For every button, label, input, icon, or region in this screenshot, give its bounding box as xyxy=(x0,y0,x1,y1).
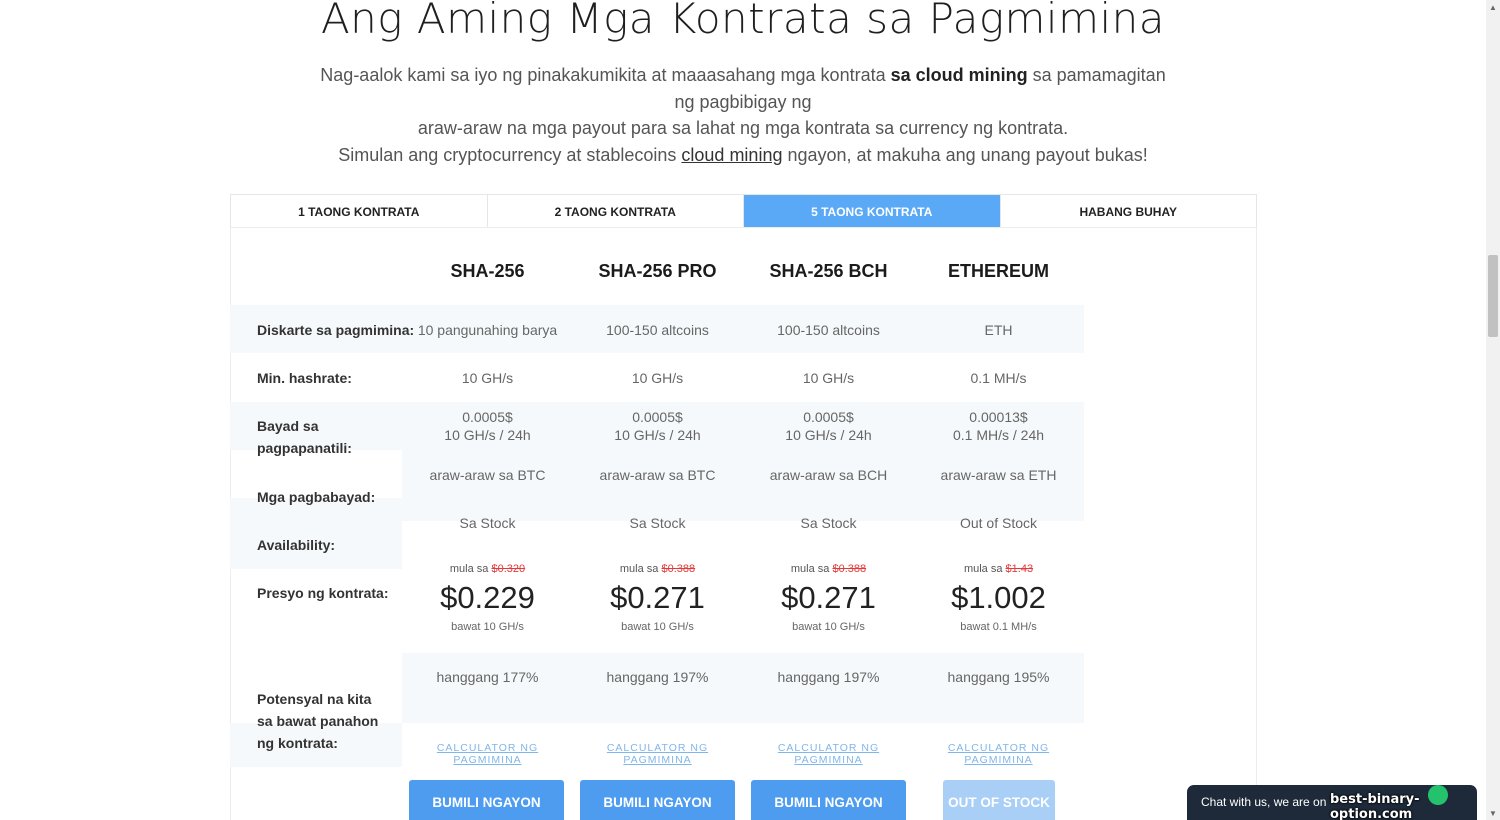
plan-price: $1.002 xyxy=(951,580,1046,615)
watermark: best-binary-option.com xyxy=(1330,792,1420,820)
label-availability: Availability: xyxy=(257,537,336,553)
plan-payout: araw-araw sa BTC xyxy=(599,467,716,483)
plan-strategy: ETH xyxy=(984,322,1013,338)
old-price: $1.43 xyxy=(1005,563,1034,575)
plan-per-unit: bawat 10 GH/s xyxy=(792,621,865,633)
plan-price: $0.229 xyxy=(440,580,535,615)
price-from-label: mula sa xyxy=(790,563,830,575)
page-title: Ang Aming Mga Kontrata sa Pagmimina xyxy=(320,0,1166,43)
price-from: mula sa $0.388 xyxy=(572,563,743,575)
intro-line-3-end: ngayon, at makuha ang unang payout bukas… xyxy=(782,144,1148,165)
intro-line-2: araw-araw na mga payout para sa lahat ng… xyxy=(417,118,1069,138)
scroll-up-icon[interactable]: ▲ xyxy=(1486,0,1500,14)
plan-availability: Sa Stock xyxy=(800,515,857,531)
plan-fee-unit: 10 GH/s / 24h xyxy=(614,427,701,443)
intro-text: Nag-aalok kami sa iyo ng pinakakumikita … xyxy=(310,62,1176,168)
plan-strategy: 10 pangunahing barya xyxy=(417,322,558,338)
plan-per-unit: bawat 0.1 MH/s xyxy=(960,621,1037,633)
page-scrollbar[interactable]: ▲ ▼ xyxy=(1486,0,1500,820)
plan-fee-amount: 0.0005$ xyxy=(803,409,854,425)
scroll-thumb[interactable] xyxy=(1488,255,1498,337)
tab-lifetime[interactable]: HABANG BUHAY xyxy=(1000,195,1256,228)
out-of-stock-button[interactable]: OUT OF STOCK xyxy=(943,780,1055,820)
plan-name: SHA-256 BCH xyxy=(769,261,888,281)
plan-profit: hanggang 195% xyxy=(947,669,1050,685)
row-band xyxy=(402,653,1084,723)
plan-profit: hanggang 177% xyxy=(436,669,539,685)
plan-per-unit: bawat 10 GH/s xyxy=(451,621,524,633)
plan-hashrate: 0.1 MH/s xyxy=(970,370,1027,386)
calculator-link[interactable]: CALCULATOR NG PAGMIMINA xyxy=(743,742,914,766)
label-profit: Potensyal na kita sa bawat panahon ng ko… xyxy=(257,691,379,751)
plan-availability: Sa Stock xyxy=(629,515,686,531)
plan-price: $0.271 xyxy=(610,580,705,615)
plan-strategy: 100-150 altcoins xyxy=(777,322,880,338)
plan-fee-unit: 0.1 MH/s / 24h xyxy=(952,427,1045,443)
old-price: $0.320 xyxy=(491,563,526,575)
plan-fee-unit: 10 GH/s / 24h xyxy=(785,427,872,443)
plan-availability: Sa Stock xyxy=(459,515,516,531)
tab-5-year[interactable]: 5 TAONG KONTRATA xyxy=(744,195,1001,228)
calculator-link[interactable]: CALCULATOR NG PAGMIMINA xyxy=(572,742,743,766)
label-maintenance: Bayad sa pagpapanatili: xyxy=(257,418,352,456)
label-hashrate: Min. hashrate: xyxy=(257,370,352,386)
plan-profit: hanggang 197% xyxy=(606,669,709,685)
plan-fee-unit: 10 GH/s / 24h xyxy=(444,427,531,443)
intro-bold: sa cloud mining xyxy=(890,65,1028,85)
plan-hashrate: 10 GH/s xyxy=(461,370,514,386)
plan-payout: araw-araw sa BTC xyxy=(429,467,546,483)
price-from: mula sa $0.320 xyxy=(402,563,573,575)
plan-name: SHA-256 PRO xyxy=(598,261,717,281)
old-price: $0.388 xyxy=(832,563,867,575)
label-strategy: Diskarte sa pagmimina: xyxy=(257,322,415,338)
cloud-mining-link[interactable]: cloud mining xyxy=(681,145,782,165)
buy-now-button[interactable]: BUMILI NGAYON xyxy=(580,780,735,820)
contract-tabs: 1 TAONG KONTRATA 2 TAONG KONTRATA 5 TAON… xyxy=(230,194,1257,228)
buy-now-button[interactable]: BUMILI NGAYON xyxy=(751,780,906,820)
plan-name: ETHEREUM xyxy=(947,261,1049,281)
plan-profit: hanggang 197% xyxy=(777,669,880,685)
plan-name: SHA-256 xyxy=(450,261,525,281)
plan-strategy: 100-150 altcoins xyxy=(606,322,709,338)
intro-line-1: Nag-aalok kami sa iyo ng pinakakumikita … xyxy=(320,65,891,85)
plan-price: $0.271 xyxy=(781,580,876,615)
tab-2-year[interactable]: 2 TAONG KONTRATA xyxy=(487,195,744,228)
label-payouts: Mga pagbabayad: xyxy=(257,489,376,505)
chat-text: Chat with us, we are on xyxy=(1201,795,1327,809)
plan-hashrate: 10 GH/s xyxy=(802,370,855,386)
calculator-link[interactable]: CALCULATOR NG PAGMIMINA xyxy=(913,742,1084,766)
intro-line-3: Simulan ang cryptocurrency at stablecoin… xyxy=(338,144,682,165)
price-from: mula sa $1.43 xyxy=(913,563,1084,575)
price-from-label: mula sa xyxy=(619,563,659,575)
plan-payout: araw-araw sa BCH xyxy=(769,467,888,483)
plan-fee-amount: 0.0005$ xyxy=(632,409,683,425)
plan-payout: araw-araw sa ETH xyxy=(940,467,1057,483)
plan-availability: Out of Stock xyxy=(959,515,1038,531)
price-from-label: mula sa xyxy=(449,563,489,575)
old-price: $0.388 xyxy=(661,563,696,575)
calculator-link[interactable]: CALCULATOR NG PAGMIMINA xyxy=(402,742,573,766)
plan-fee-amount: 0.0005$ xyxy=(462,409,513,425)
label-price: Presyo ng kontrata: xyxy=(257,585,389,601)
plan-fee-amount: 0.00013$ xyxy=(969,409,1028,425)
price-from-label: mula sa xyxy=(963,563,1003,575)
plan-per-unit: bawat 10 GH/s xyxy=(621,621,694,633)
price-from: mula sa $0.388 xyxy=(743,563,914,575)
plan-hashrate: 10 GH/s xyxy=(631,370,684,386)
buy-now-button[interactable]: BUMILI NGAYON xyxy=(409,780,564,820)
tab-1-year[interactable]: 1 TAONG KONTRATA xyxy=(231,195,488,228)
